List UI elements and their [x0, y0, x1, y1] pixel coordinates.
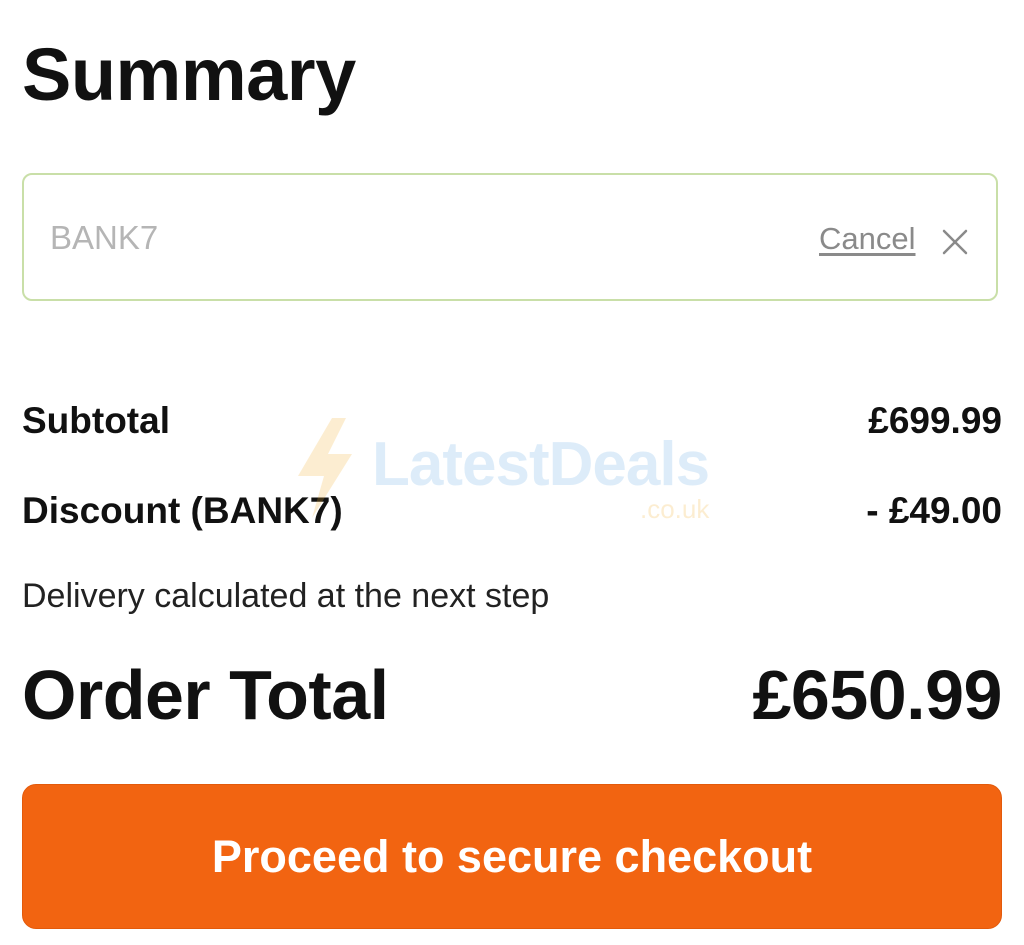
order-total-row: Order Total £650.99	[22, 650, 1002, 740]
delivery-note: Delivery calculated at the next step	[22, 577, 550, 615]
promo-code-field: Cancel	[22, 173, 998, 301]
order-total-value: £650.99	[752, 656, 1002, 734]
subtotal-row: Subtotal £699.99	[22, 396, 1002, 446]
discount-row: Discount (BANK7) - £49.00	[22, 486, 1002, 536]
proceed-to-checkout-button[interactable]: Proceed to secure checkout	[22, 784, 1002, 929]
close-icon[interactable]	[940, 227, 970, 257]
subtotal-label: Subtotal	[22, 400, 170, 441]
summary-panel: Summary Cancel Subtotal £699.99 Discount…	[22, 0, 1002, 945]
subtotal-value: £699.99	[868, 400, 1002, 441]
order-total-label: Order Total	[22, 656, 389, 734]
cancel-promo-link[interactable]: Cancel	[819, 219, 916, 259]
page-title: Summary	[22, 33, 356, 116]
promo-code-input[interactable]	[50, 211, 750, 265]
discount-value: - £49.00	[866, 490, 1002, 531]
discount-label: Discount (BANK7)	[22, 490, 343, 531]
